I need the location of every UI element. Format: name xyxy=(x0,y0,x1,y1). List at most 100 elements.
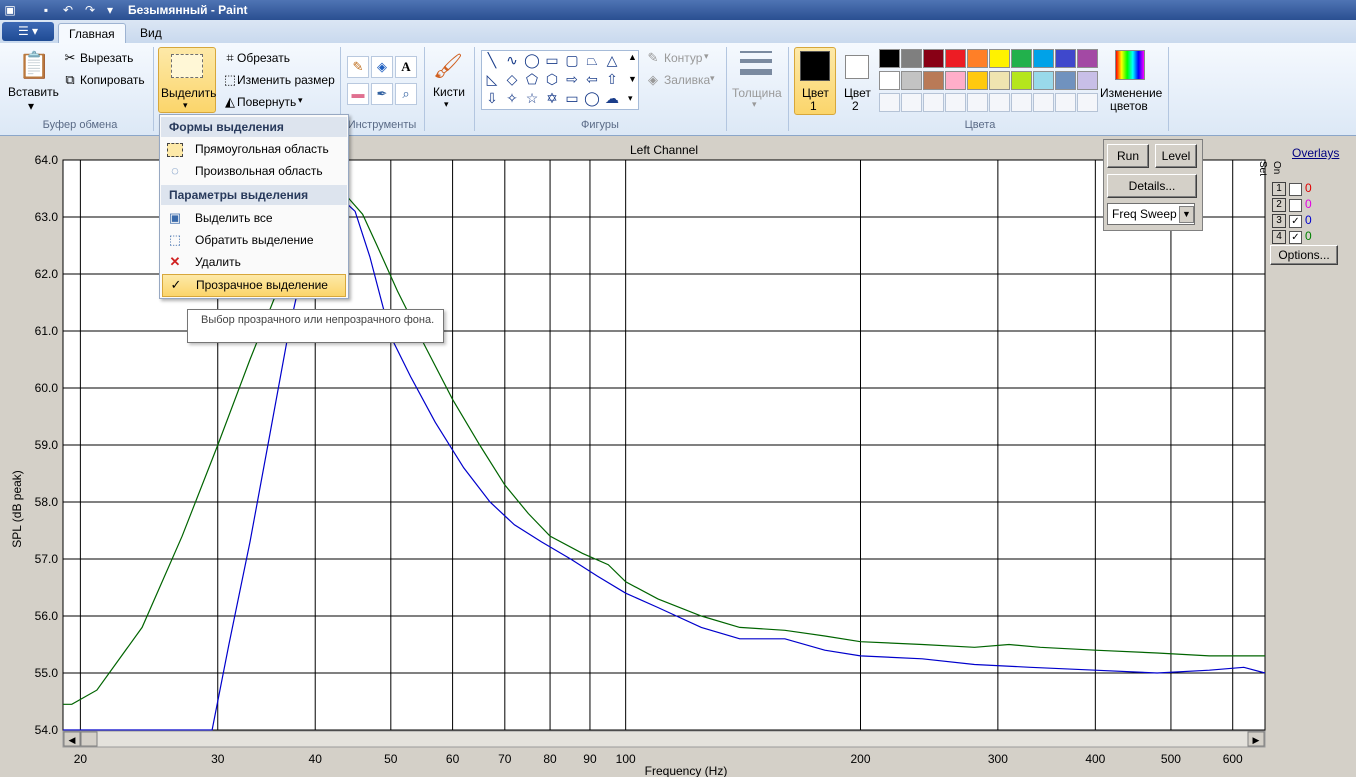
copy-button[interactable]: Копировать xyxy=(80,73,145,87)
palette-swatch[interactable] xyxy=(945,49,966,68)
paste-button[interactable]: Вставить xyxy=(8,85,59,99)
callout-rect-shape-icon[interactable]: ▭ xyxy=(562,89,582,107)
star5-shape-icon[interactable]: ☆ xyxy=(522,89,542,107)
outline-dropdown-icon[interactable]: ▾ xyxy=(704,51,709,62)
run-button[interactable]: Run xyxy=(1107,144,1149,168)
overlays-link[interactable]: Overlays xyxy=(1292,146,1339,160)
menu-invert-selection[interactable]: ⬚ Обратить выделение xyxy=(162,230,346,251)
arrow-right-shape-icon[interactable]: ⇨ xyxy=(562,70,582,88)
callout-oval-shape-icon[interactable]: ◯ xyxy=(582,89,602,107)
paste-icon[interactable]: 📋 xyxy=(18,49,50,81)
horizontal-scrollbar[interactable] xyxy=(62,730,1266,748)
overlay-checkbox[interactable] xyxy=(1289,183,1302,196)
diamond-shape-icon[interactable]: ◇ xyxy=(502,70,522,88)
fill-button[interactable]: Заливка xyxy=(664,73,710,87)
palette-swatch[interactable] xyxy=(967,71,988,90)
magnifier-icon[interactable]: ⌕ xyxy=(395,83,417,105)
brush-icon[interactable]: 🖌 xyxy=(432,51,464,83)
cut-button[interactable]: Вырезать xyxy=(80,51,133,65)
hexagon-shape-icon[interactable]: ⬡ xyxy=(542,70,562,88)
palette-swatch[interactable] xyxy=(1033,93,1054,112)
menu-free-selection[interactable]: ◌ Произвольная область xyxy=(162,161,346,182)
chevron-down-icon[interactable]: ▼ xyxy=(1179,206,1194,223)
palette-swatch[interactable] xyxy=(879,93,900,112)
edit-colors-icon[interactable] xyxy=(1115,50,1145,80)
eraser-icon[interactable]: ▬ xyxy=(347,83,369,105)
paste-dropdown-icon[interactable]: ▾ xyxy=(28,99,34,113)
curve-shape-icon[interactable]: ∿ xyxy=(502,51,522,69)
palette-swatch[interactable] xyxy=(901,49,922,68)
gallery-more-icon[interactable]: ▾ xyxy=(628,93,633,104)
palette-swatch[interactable] xyxy=(1055,71,1076,90)
resize-button[interactable]: Изменить размер xyxy=(237,73,335,87)
palette-swatch[interactable] xyxy=(879,71,900,90)
save-icon[interactable]: ▪ xyxy=(38,2,54,18)
palette-swatch[interactable] xyxy=(901,93,922,112)
overlay-checkbox[interactable]: ✓ xyxy=(1289,231,1302,244)
quick-access-dropdown-icon[interactable]: ▾ xyxy=(102,2,118,18)
redo-icon[interactable]: ↷ xyxy=(82,2,98,18)
right-triangle-shape-icon[interactable]: ◺ xyxy=(482,70,502,88)
text-tool-icon[interactable]: A xyxy=(395,56,417,78)
shapes-gallery[interactable]: ╲ ∿ ◯ ▭ ▢ ⏢ △ ◺ ◇ ⬠ ⬡ ⇨ ⇦ ⇧ ⇩ ✧ ☆ ✡ ▭ ◯ … xyxy=(481,50,639,110)
rectangle-shape-icon[interactable]: ▭ xyxy=(542,51,562,69)
palette-swatch[interactable] xyxy=(923,71,944,90)
palette-swatch[interactable] xyxy=(923,93,944,112)
palette-swatch[interactable] xyxy=(1033,49,1054,68)
palette-swatch[interactable] xyxy=(1055,49,1076,68)
palette-swatch[interactable] xyxy=(1077,49,1098,68)
callout-cloud-shape-icon[interactable]: ☁ xyxy=(602,89,622,107)
pentagon-shape-icon[interactable]: ⬠ xyxy=(522,70,542,88)
palette-swatch[interactable] xyxy=(945,93,966,112)
arrow-down-shape-icon[interactable]: ⇩ xyxy=(482,89,502,107)
palette-swatch[interactable] xyxy=(1011,93,1032,112)
color-picker-icon[interactable]: ✒ xyxy=(371,83,393,105)
menu-select-all[interactable]: ▣ Выделить все xyxy=(162,208,346,229)
select-button[interactable]: Выделить ▾ xyxy=(158,47,216,113)
overlay-set-number[interactable]: 2 xyxy=(1272,198,1286,212)
palette-swatch[interactable] xyxy=(1011,71,1032,90)
app-menu-button[interactable]: ☰ ▾ xyxy=(2,22,54,41)
star4-shape-icon[interactable]: ✧ xyxy=(502,89,522,107)
polygon-shape-icon[interactable]: ⏢ xyxy=(582,51,602,69)
menu-delete[interactable]: ✕ Удалить xyxy=(162,252,346,273)
palette-swatch[interactable] xyxy=(1055,93,1076,112)
arrow-left-shape-icon[interactable]: ⇦ xyxy=(582,70,602,88)
gallery-up-icon[interactable]: ▲ xyxy=(628,52,637,62)
undo-icon[interactable]: ↶ xyxy=(60,2,76,18)
fill-dropdown-icon[interactable]: ▾ xyxy=(710,73,715,84)
level-button[interactable]: Level xyxy=(1155,144,1197,168)
palette-swatch[interactable] xyxy=(901,71,922,90)
palette-swatch[interactable] xyxy=(967,49,988,68)
pencil-icon[interactable]: ✎ xyxy=(347,56,369,78)
overlay-checkbox[interactable]: ✓ xyxy=(1289,215,1302,228)
palette-swatch[interactable] xyxy=(945,71,966,90)
crop-button[interactable]: Обрезать xyxy=(237,51,290,65)
arrow-up-shape-icon[interactable]: ⇧ xyxy=(602,70,622,88)
palette-swatch[interactable] xyxy=(989,93,1010,112)
palette-swatch[interactable] xyxy=(1011,49,1032,68)
size-button[interactable]: Толщина xyxy=(732,86,782,100)
overlay-checkbox[interactable] xyxy=(1289,199,1302,212)
palette-swatch[interactable] xyxy=(989,71,1010,90)
palette-swatch[interactable] xyxy=(1077,93,1098,112)
palette-swatch[interactable] xyxy=(1077,71,1098,90)
triangle-shape-icon[interactable]: △ xyxy=(602,51,622,69)
tab-view[interactable]: Вид xyxy=(130,23,172,43)
overlay-set-number[interactable]: 4 xyxy=(1272,230,1286,244)
size-dropdown-icon[interactable]: ▾ xyxy=(752,99,757,110)
palette-swatch[interactable] xyxy=(923,49,944,68)
oval-shape-icon[interactable]: ◯ xyxy=(522,51,542,69)
brushes-dropdown-icon[interactable]: ▾ xyxy=(444,99,449,110)
sweep-select[interactable]: Freq Sweep ▼ xyxy=(1107,203,1195,225)
edit-colors-button[interactable]: Изменение xyxy=(1100,86,1162,100)
rotate-button[interactable]: Повернуть xyxy=(237,95,296,109)
color2-swatch[interactable] xyxy=(845,55,869,79)
overlay-set-number[interactable]: 1 xyxy=(1272,182,1286,196)
overlay-set-number[interactable]: 3 xyxy=(1272,214,1286,228)
details-button[interactable]: Details... xyxy=(1107,174,1197,198)
options-button[interactable]: Options... xyxy=(1270,245,1338,265)
outline-button[interactable]: Контур xyxy=(664,51,702,65)
fill-bucket-icon[interactable]: ◈ xyxy=(371,56,393,78)
star6-shape-icon[interactable]: ✡ xyxy=(542,89,562,107)
